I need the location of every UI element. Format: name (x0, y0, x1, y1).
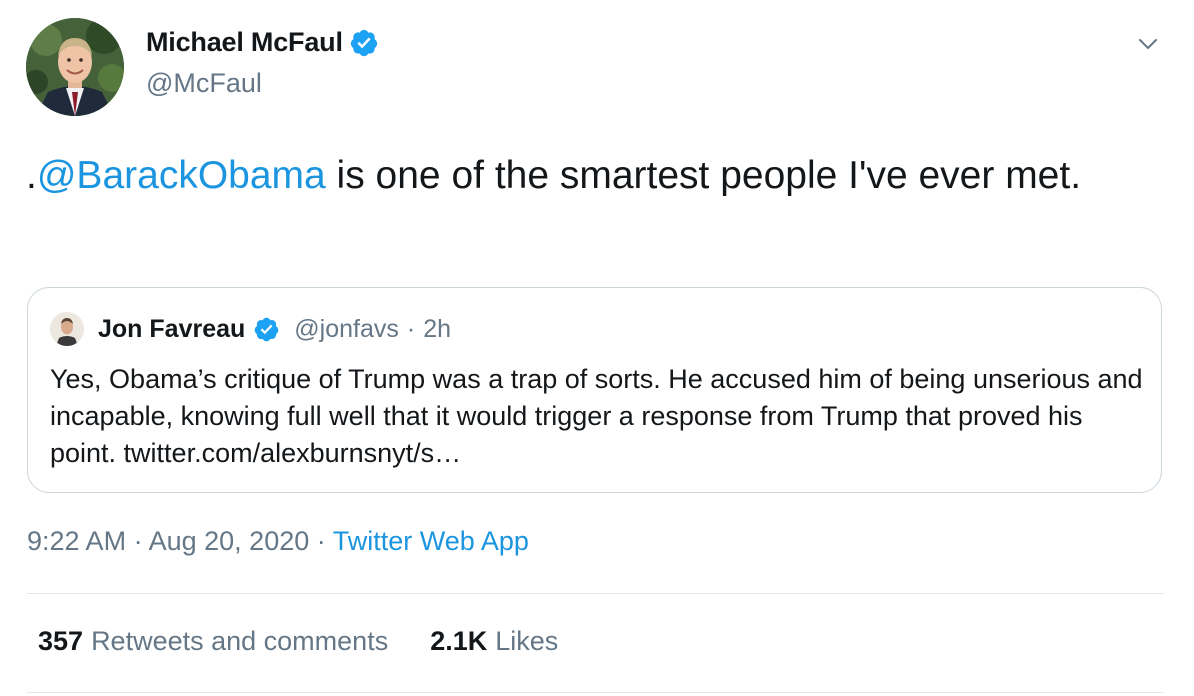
tweet-text-prefix: . (26, 154, 37, 197)
likes-label: Likes (495, 626, 559, 656)
divider (27, 593, 1164, 594)
verified-badge-icon (253, 316, 280, 343)
tweet-stats: 357 Retweets and comments 2.1K Likes (38, 626, 558, 657)
quoted-tweet-text: Yes, Obama’s critique of Trump was a tra… (50, 364, 1143, 468)
author-avatar[interactable] (26, 18, 124, 116)
quoted-tweet-header: Jon Favreau @jonfavs · 2h (50, 312, 451, 346)
author-name-row[interactable]: Michael McFaul (146, 27, 379, 58)
quoted-timestamp: 2h (423, 314, 452, 343)
author-handle[interactable]: @McFaul (146, 68, 262, 99)
retweets-count: 357 (38, 626, 84, 656)
tweet-meta: 9:22 AM · Aug 20, 2020 · Twitter Web App (27, 526, 529, 557)
likes-count: 2.1K (430, 626, 488, 656)
verified-badge-icon (349, 28, 379, 58)
tweet-date[interactable]: Aug 20, 2020 (149, 526, 310, 556)
mention-link[interactable]: @BarackObama (37, 154, 326, 197)
tweet-text-body: is one of the smartest people I've ever … (325, 154, 1082, 197)
retweets-stat[interactable]: 357 Retweets and comments (38, 626, 388, 657)
quoted-author-avatar (50, 312, 84, 346)
tweet-card: Michael McFaul @McFaul .@BarackObama is … (0, 0, 1194, 696)
likes-stat[interactable]: 2.1K Likes (430, 626, 558, 657)
quoted-separator: · (406, 314, 416, 343)
chevron-down-icon[interactable] (1136, 32, 1160, 56)
quoted-author-handle: @jonfavs (294, 314, 399, 343)
tweet-source-link[interactable]: Twitter Web App (333, 526, 529, 556)
quoted-author-name: Jon Favreau (98, 314, 246, 343)
profile-photo (26, 18, 124, 116)
divider (27, 692, 1164, 693)
retweets-label: Retweets and comments (91, 626, 389, 656)
tweet-text: .@BarackObama is one of the smartest peo… (26, 148, 1156, 204)
author-display-name[interactable]: Michael McFaul (146, 27, 343, 58)
meta-separator: · (133, 526, 143, 556)
quoted-tweet[interactable]: Jon Favreau @jonfavs · 2h Yes, Obama’s c… (27, 287, 1162, 493)
meta-separator: · (316, 526, 326, 556)
tweet-time[interactable]: 9:22 AM (27, 526, 126, 556)
